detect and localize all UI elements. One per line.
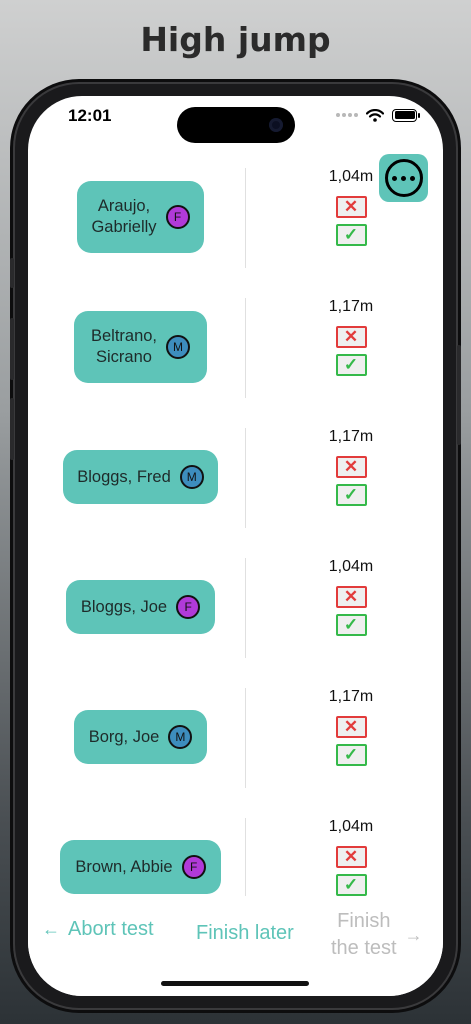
gender-badge: F xyxy=(165,205,190,229)
fail-button[interactable]: ✕ xyxy=(335,716,367,738)
athlete-name: Brown, Abbie xyxy=(75,857,173,876)
gender-badge: M xyxy=(166,335,191,359)
fail-button[interactable]: ✕ xyxy=(335,846,367,868)
dynamic-island xyxy=(177,107,295,143)
fail-button[interactable]: ✕ xyxy=(335,196,367,218)
wifi-icon xyxy=(366,108,384,122)
athlete-row: Borg, Joe M 1,17m ✕ ✓ xyxy=(28,676,443,796)
athlete-name: Bloggs, Fred xyxy=(77,467,171,486)
more-options-button[interactable] xyxy=(379,154,428,202)
status-icons xyxy=(336,108,420,122)
bar-height: 1,04m xyxy=(328,818,374,835)
athlete-name-button[interactable]: Beltrano, Sicrano M xyxy=(74,311,207,383)
fail-button[interactable]: ✕ xyxy=(335,586,367,608)
volume-down-button xyxy=(10,398,14,460)
page-title: High jump xyxy=(140,20,331,59)
gender-badge: F xyxy=(181,855,206,879)
battery-icon xyxy=(392,108,420,122)
bar-height: 1,17m xyxy=(328,428,374,445)
status-time: 12:01 xyxy=(68,106,112,125)
athlete-name: Araujo, Gabrielly xyxy=(91,197,157,236)
volume-up-button xyxy=(10,318,14,380)
bar-height: 1,04m xyxy=(328,168,374,185)
action-button xyxy=(10,258,14,288)
athlete-row: Bloggs, Fred M 1,17m ✕ ✓ xyxy=(28,416,443,536)
athlete-name: Borg, Joe xyxy=(88,727,160,746)
attempt-column: 1,04m ✕ ✓ xyxy=(321,556,381,636)
attempt-column: 1,17m ✕ ✓ xyxy=(321,296,381,376)
athlete-name-button[interactable]: Bloggs, Joe F xyxy=(66,580,215,634)
power-button xyxy=(457,345,461,445)
bar-height: 1,04m xyxy=(328,558,374,575)
column-divider xyxy=(245,298,246,398)
signal-icon xyxy=(336,113,358,117)
bar-height: 1,17m xyxy=(328,298,374,315)
athlete-name-button[interactable]: Borg, Joe M xyxy=(74,710,207,764)
arrow-left-icon: ← xyxy=(42,919,60,939)
more-options-icon xyxy=(384,159,423,197)
success-button[interactable]: ✓ xyxy=(335,224,367,246)
athlete-name: Beltrano, Sicrano xyxy=(90,327,158,366)
finish-test-label: Finish the test xyxy=(331,910,397,959)
column-divider xyxy=(245,818,246,896)
attempt-column: 1,04m ✕ ✓ xyxy=(321,816,381,896)
column-divider xyxy=(245,428,246,528)
success-button[interactable]: ✓ xyxy=(335,744,367,766)
attempt-column: 1,04m ✕ ✓ xyxy=(321,166,381,246)
fail-button[interactable]: ✕ xyxy=(335,326,367,348)
abort-test-button[interactable]: ← Abort test xyxy=(42,918,154,941)
gender-badge: F xyxy=(176,595,201,619)
app-screen: 12:01 Araujo, Gabrielly F 1,04m ✕ ✓ Belt xyxy=(28,96,443,996)
success-button[interactable]: ✓ xyxy=(335,484,367,506)
column-divider xyxy=(245,168,246,268)
athlete-name-button[interactable]: Brown, Abbie F xyxy=(60,840,221,894)
column-divider xyxy=(245,688,246,788)
gender-badge: M xyxy=(179,465,204,489)
column-divider xyxy=(245,558,246,658)
athlete-row: Beltrano, Sicrano M 1,17m ✕ ✓ xyxy=(28,286,443,406)
gender-badge: M xyxy=(168,725,193,749)
athlete-name-button[interactable]: Bloggs, Fred M xyxy=(63,450,218,504)
camera-icon xyxy=(269,118,283,132)
home-indicator xyxy=(161,981,309,986)
finish-test-button[interactable]: Finish the test → xyxy=(331,908,423,962)
fail-button[interactable]: ✕ xyxy=(335,456,367,478)
bottom-action-bar: ← Abort test Finish later Finish the tes… xyxy=(28,896,443,996)
athlete-name: Bloggs, Joe xyxy=(80,597,168,616)
athlete-row: Bloggs, Joe F 1,04m ✕ ✓ xyxy=(28,546,443,666)
athlete-list[interactable]: Araujo, Gabrielly F 1,04m ✕ ✓ Beltrano, … xyxy=(28,156,443,896)
athlete-row: Brown, Abbie F 1,04m ✕ ✓ xyxy=(28,806,443,896)
attempt-column: 1,17m ✕ ✓ xyxy=(321,426,381,506)
bar-height: 1,17m xyxy=(328,688,374,705)
abort-test-label: Abort test xyxy=(68,918,154,940)
success-button[interactable]: ✓ xyxy=(335,874,367,896)
attempt-column: 1,17m ✕ ✓ xyxy=(321,686,381,766)
athlete-name-button[interactable]: Araujo, Gabrielly F xyxy=(77,181,204,253)
finish-later-button[interactable]: Finish later xyxy=(196,922,294,945)
success-button[interactable]: ✓ xyxy=(335,354,367,376)
success-button[interactable]: ✓ xyxy=(335,614,367,636)
arrow-right-icon: → xyxy=(404,924,423,945)
